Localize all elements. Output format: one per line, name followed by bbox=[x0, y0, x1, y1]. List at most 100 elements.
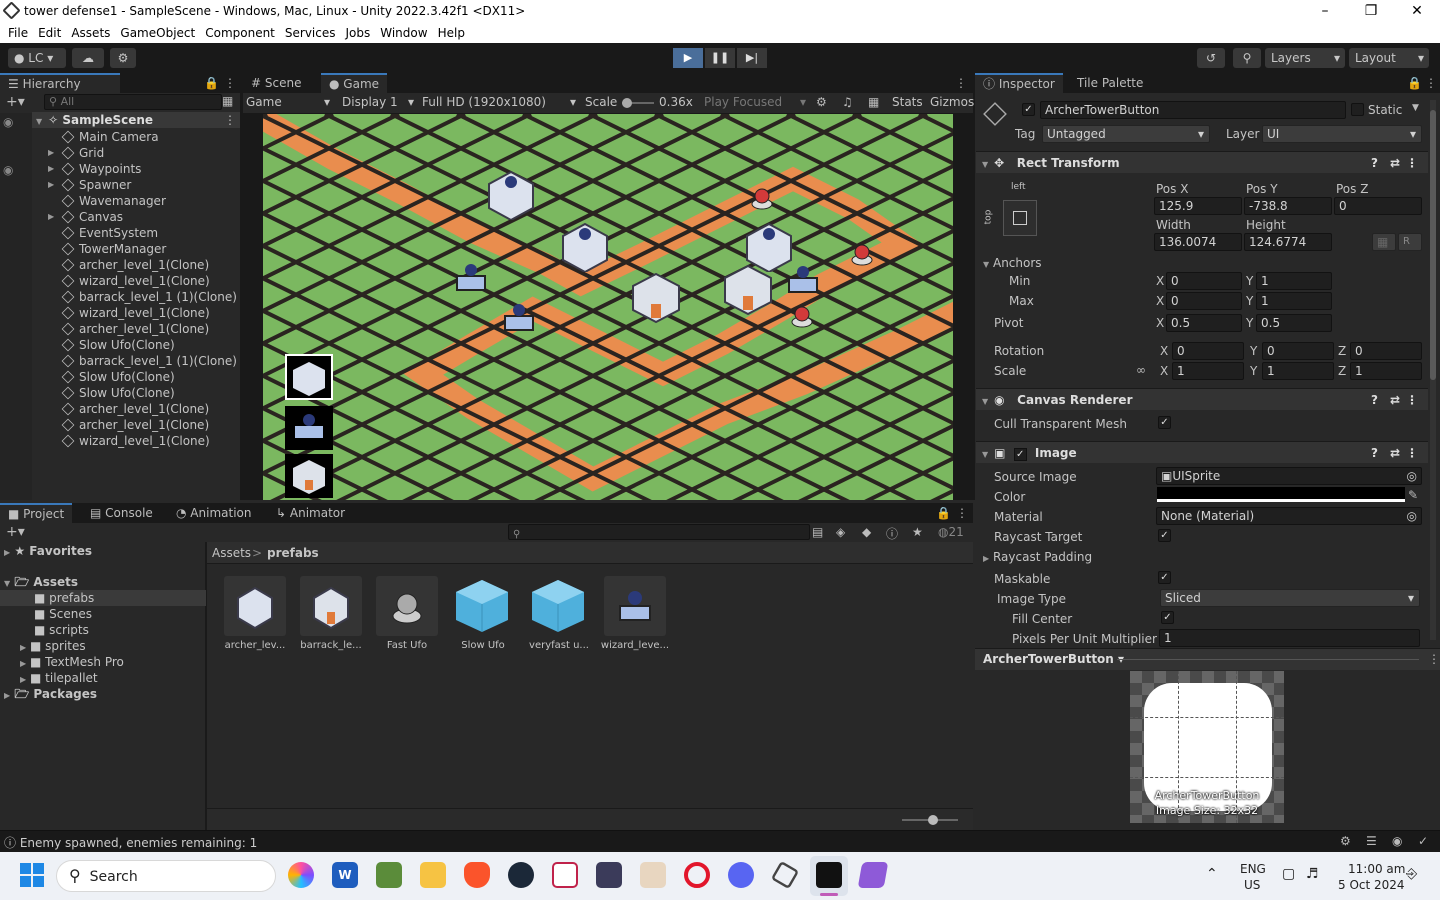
hierarchy-item[interactable]: Slow Ufo(Clone) bbox=[48, 337, 175, 353]
display-dropdown[interactable]: Display 1 ▾ bbox=[342, 95, 414, 109]
network-icon[interactable]: ▢ bbox=[1282, 866, 1295, 882]
app-icon[interactable] bbox=[640, 862, 666, 888]
rotation-z-input[interactable]: 0 bbox=[1350, 342, 1422, 360]
hierarchy-item[interactable]: Wavemanager bbox=[48, 193, 166, 209]
component-menu-icon[interactable]: ⋮ bbox=[1406, 389, 1418, 411]
minecraft-icon[interactable] bbox=[376, 862, 402, 888]
help-icon[interactable]: ? bbox=[1371, 152, 1378, 174]
account-button[interactable]: ● LC ▾ bbox=[8, 48, 66, 68]
hierarchy-item[interactable]: archer_level_1(Clone) bbox=[48, 401, 209, 417]
expand-arrow-icon[interactable]: ▶ bbox=[48, 209, 54, 225]
posx-input[interactable]: 125.9 bbox=[1154, 197, 1242, 215]
menu-file[interactable]: File bbox=[8, 26, 28, 40]
check-icon[interactable]: ✓ bbox=[1418, 834, 1428, 848]
source-image-field[interactable]: ▣UISprite ◎ bbox=[1156, 467, 1422, 485]
icon-size-slider-thumb[interactable] bbox=[928, 815, 938, 825]
step-button[interactable]: ▶| bbox=[737, 48, 767, 68]
wizard-tower[interactable] bbox=[501, 298, 537, 334]
object-name-input[interactable]: ArcherTowerButton bbox=[1040, 101, 1346, 119]
gizmos-button[interactable]: Gizmos bbox=[930, 95, 974, 109]
hierarchy-item[interactable]: wizard_level_1(Clone) bbox=[48, 273, 210, 289]
file-explorer-icon[interactable] bbox=[420, 862, 446, 888]
folder-prefabs[interactable]: ■ prefabs bbox=[0, 590, 206, 606]
layers-dropdown[interactable]: Layers ▾ bbox=[1265, 48, 1345, 68]
image-enabled-checkbox[interactable]: ✓ bbox=[1013, 448, 1027, 461]
inspector-scrollbar-thumb[interactable] bbox=[1430, 110, 1436, 380]
search-filter-icon[interactable]: ▦ bbox=[222, 94, 233, 108]
hierarchy-item[interactable]: archer_level_1(Clone) bbox=[48, 321, 209, 337]
component-menu-icon[interactable]: ⋮ bbox=[1406, 442, 1418, 464]
archer-tower-button[interactable] bbox=[285, 354, 333, 400]
notification-bell-icon[interactable]: ⎆ bbox=[1406, 866, 1417, 882]
anchor-max-x-input[interactable]: 0 bbox=[1166, 292, 1242, 310]
fill-center-checkbox[interactable]: ✓ bbox=[1161, 611, 1174, 624]
archer-tower[interactable] bbox=[561, 218, 609, 274]
anchor-min-y-input[interactable]: 1 bbox=[1256, 272, 1332, 290]
presets-icon[interactable]: ⇄ bbox=[1390, 389, 1400, 411]
archer-tower[interactable] bbox=[487, 166, 535, 222]
pivot-x-input[interactable]: 0.5 bbox=[1166, 314, 1242, 332]
hierarchy-item[interactable]: ▶ Waypoints bbox=[48, 161, 141, 177]
grid-icon[interactable]: ▦ bbox=[868, 95, 879, 109]
word-icon[interactable]: W bbox=[332, 862, 358, 888]
stats-button[interactable]: Stats bbox=[892, 95, 923, 109]
menu-jobs[interactable]: Jobs bbox=[346, 26, 371, 40]
breadcrumb-prefabs[interactable]: prefabs bbox=[267, 546, 319, 560]
play-button[interactable]: ▶ bbox=[673, 48, 703, 68]
object-picker-icon[interactable]: ◎ bbox=[1407, 508, 1417, 524]
info-icon[interactable]: ⓘ bbox=[886, 525, 898, 542]
asset-veryfast-ufo[interactable] bbox=[528, 576, 588, 636]
maximize-button[interactable]: ❐ bbox=[1348, 0, 1394, 23]
menu-assets[interactable]: Assets bbox=[71, 26, 110, 40]
hierarchy-item[interactable]: ▶ Grid bbox=[48, 145, 104, 161]
minimize-button[interactable]: – bbox=[1302, 0, 1348, 23]
asset-slow-ufo[interactable] bbox=[452, 576, 512, 636]
tab-inspector[interactable]: ⓘ Inspector bbox=[975, 73, 1063, 93]
packages-folder[interactable]: ▶ 🗁 Packages bbox=[4, 686, 97, 702]
scene-row[interactable]: ▼ ✧ SampleScene bbox=[32, 112, 240, 128]
tab-hierarchy[interactable]: ☰ Hierarchy bbox=[0, 73, 120, 93]
wizard-tower[interactable] bbox=[453, 258, 489, 294]
kebab-menu-icon[interactable]: ⋮ bbox=[1428, 652, 1440, 666]
tag-dropdown[interactable]: Untagged ▾ bbox=[1042, 125, 1210, 143]
scene-menu-icon[interactable]: ⋮ bbox=[224, 113, 236, 127]
hierarchy-item[interactable]: ▶ Spawner bbox=[48, 177, 131, 193]
search-by-type-icon[interactable]: ▤ bbox=[812, 525, 823, 539]
eye-icon[interactable]: ◉ bbox=[3, 163, 13, 177]
folder-tilepallet[interactable]: ▶ ■ tilepallet bbox=[20, 670, 98, 686]
hierarchy-item[interactable]: EventSystem bbox=[48, 225, 158, 241]
color-swatch[interactable] bbox=[1157, 487, 1405, 502]
lock-icon[interactable]: 🔒 bbox=[1407, 76, 1422, 90]
layout-dropdown[interactable]: Layout ▾ bbox=[1349, 48, 1429, 68]
component-menu-icon[interactable]: ⋮ bbox=[1406, 152, 1418, 174]
hierarchy-item[interactable]: barrack_level_1 (1)(Clone) bbox=[48, 289, 237, 305]
menu-gameobject[interactable]: GameObject bbox=[120, 26, 195, 40]
icon-size-slider[interactable] bbox=[902, 815, 958, 825]
hierarchy-search-input[interactable]: ⚲ All bbox=[44, 94, 222, 110]
opera-icon[interactable] bbox=[684, 862, 710, 888]
hierarchy-item[interactable]: Slow Ufo(Clone) bbox=[48, 369, 175, 385]
ppu-input[interactable]: 1 bbox=[1159, 629, 1420, 647]
folder-textmesh-pro[interactable]: ▶ ■ TextMesh Pro bbox=[20, 654, 124, 670]
rect-transform-header[interactable]: ▼ ✥ Rect Transform? ⇄ ⋮ bbox=[976, 151, 1428, 173]
menu-help[interactable]: Help bbox=[438, 26, 465, 40]
raycast-target-checkbox[interactable]: ✓ bbox=[1158, 529, 1171, 542]
scale-slider[interactable] bbox=[622, 98, 654, 108]
anchors-foldout[interactable]: ▼ Anchors bbox=[983, 256, 1042, 270]
inspector-scrollbar[interactable] bbox=[1430, 100, 1436, 640]
folder-scenes[interactable]: ■ Scenes bbox=[34, 606, 92, 622]
hierarchy-item[interactable]: Slow Ufo(Clone) bbox=[48, 385, 175, 401]
asset-fast-ufo[interactable] bbox=[376, 576, 438, 636]
raw-edit-button[interactable]: R bbox=[1398, 233, 1422, 251]
barrack-tower-button[interactable] bbox=[285, 454, 333, 498]
eyedropper-icon[interactable]: ✎ bbox=[1408, 488, 1418, 502]
hierarchy-item[interactable]: wizard_level_1(Clone) bbox=[48, 433, 210, 449]
play-focused-dropdown[interactable]: Play Focused ▾ bbox=[704, 95, 806, 109]
collab-icon[interactable]: ⚙ bbox=[110, 48, 136, 68]
taskbar-search[interactable]: ⚲ Search bbox=[56, 860, 276, 892]
audio-icon[interactable]: ♫ bbox=[842, 95, 853, 109]
asset-barrack[interactable] bbox=[300, 576, 362, 636]
status-message[interactable]: ⓘ Enemy spawned, enemies remaining: 1 bbox=[4, 834, 257, 851]
app-icon[interactable] bbox=[596, 862, 622, 888]
menu-services[interactable]: Services bbox=[285, 26, 336, 40]
